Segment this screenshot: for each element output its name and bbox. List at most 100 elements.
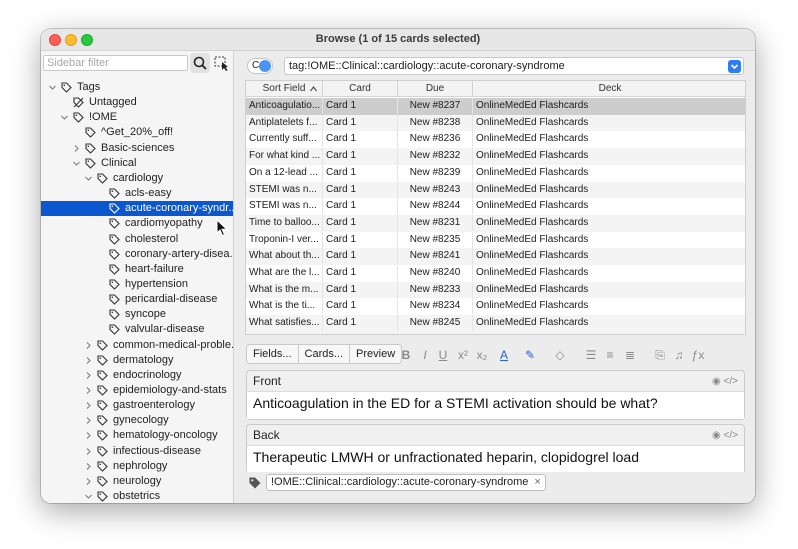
tag-chip[interactable]: !OME::Clinical::cardiology::acute-corona…	[266, 474, 546, 491]
chevron-right-icon[interactable]	[85, 356, 92, 364]
italic-icon[interactable]: I	[417, 347, 433, 363]
eye-icon[interactable]: ◉	[712, 430, 721, 441]
sidebar-item[interactable]: common-medical-proble...	[41, 338, 233, 353]
superscript-icon[interactable]: x²	[455, 347, 471, 363]
table-row[interactable]: What are the l... Card 1 New #8240 OnlineMe…	[246, 265, 745, 282]
sidebar-item[interactable]: pericardial-disease	[41, 292, 233, 307]
subscript-icon[interactable]: x₂	[474, 347, 490, 363]
column-header-deck[interactable]: Deck	[473, 81, 745, 97]
bullet-list-icon[interactable]: ☰	[583, 347, 599, 363]
chevron-right-icon[interactable]	[73, 144, 80, 152]
sidebar-item[interactable]: cardiomyopathy	[41, 216, 233, 231]
eye-icon[interactable]: ◉	[712, 376, 721, 387]
cell-sort-field: Troponin-I ver...	[246, 231, 323, 248]
sidebar-search-button[interactable]	[190, 53, 210, 73]
tag-icon	[97, 370, 108, 381]
sidebar-item[interactable]: ^Get_20%_off!	[41, 125, 233, 140]
chevron-right-icon[interactable]	[85, 478, 92, 485]
table-row[interactable]: Troponin-I ver... Card 1 New #8235 OnlineMe…	[246, 231, 745, 249]
table-row[interactable]: On a 12-lead ... Card 1 New #8239 OnlineMed…	[246, 164, 745, 182]
table-row[interactable]: STEMI was n... Card 1 New #8244 OnlineMedEd…	[246, 198, 745, 215]
record-audio-icon[interactable]: ♫	[671, 347, 687, 363]
sidebar-item[interactable]: infectious-disease	[41, 444, 233, 459]
sidebar-filter-input[interactable]: Sidebar filter	[43, 55, 188, 71]
cards-notes-toggle[interactable]: C	[247, 58, 273, 74]
sidebar-item[interactable]: cholesterol	[41, 232, 233, 247]
chevron-right-icon[interactable]	[85, 447, 92, 455]
sidebar-item[interactable]: acute-coronary-syndr...	[41, 201, 233, 217]
sidebar-item[interactable]: Basic-sciences	[41, 141, 233, 156]
search-input[interactable]: tag:!OME::Clinical::cardiology::acute-co…	[284, 57, 744, 75]
sidebar-item[interactable]: gastroenterology	[41, 398, 233, 413]
chevron-down-icon[interactable]	[85, 175, 92, 182]
preview-button[interactable]: Preview	[350, 345, 401, 363]
sidebar-item[interactable]: nephrology	[41, 459, 233, 474]
column-header-card[interactable]: Card	[323, 81, 398, 97]
remove-tag-icon[interactable]: ×	[534, 476, 540, 488]
field-name-front: Front	[253, 374, 282, 388]
sidebar-select-tool-button[interactable]	[213, 53, 231, 73]
field-editor-front[interactable]: Anticoagulation in the ED for a STEMI ac…	[247, 391, 744, 419]
chevron-right-icon[interactable]	[85, 462, 92, 470]
chevron-down-icon[interactable]	[85, 493, 92, 500]
column-header-sort-field[interactable]: Sort Field	[246, 81, 323, 97]
tag-icon	[109, 233, 120, 245]
sidebar-item[interactable]: obstetrics	[41, 489, 233, 503]
chevron-down-icon[interactable]	[61, 114, 68, 121]
formula-icon[interactable]: ƒx	[690, 347, 706, 363]
sidebar-item[interactable]: coronary-artery-disea...	[41, 247, 234, 262]
search-history-dropdown[interactable]	[728, 60, 741, 73]
chevron-right-icon[interactable]	[85, 371, 92, 379]
numbered-list-icon[interactable]: ≡	[602, 347, 618, 363]
sidebar-item[interactable]: Clinical	[41, 156, 233, 171]
table-row[interactable]: Anticoagulatio... Card 1 New #8237 OnlineMe…	[246, 98, 745, 115]
sidebar-item[interactable]: gynecology	[41, 413, 233, 428]
chevron-right-icon[interactable]	[85, 402, 92, 409]
table-row[interactable]: Currently suff... Card 1 New #8236 OnlineMe…	[246, 131, 745, 148]
column-header-due[interactable]: Due	[398, 81, 473, 97]
fields-button[interactable]: Fields...	[247, 345, 299, 363]
chevron-right-icon[interactable]	[85, 432, 92, 440]
table-row[interactable]: Antiplatelets f... Card 1 New #8238 OnlineM…	[246, 114, 745, 132]
chevron-right-icon[interactable]	[85, 387, 92, 394]
sidebar-item[interactable]: dermatology	[41, 353, 233, 368]
sidebar-item[interactable]: !OME	[41, 110, 233, 125]
table-row[interactable]: What satisfies... Card 1 New #8245 OnlineMe…	[246, 315, 745, 332]
underline-icon[interactable]: U	[435, 347, 451, 363]
bold-icon[interactable]: B	[398, 347, 414, 363]
sidebar-item[interactable]: Untagged	[41, 95, 233, 110]
table-row[interactable]: What is the m... Card 1 New #8233 OnlineMed…	[246, 281, 745, 299]
cell-sort-field: Anticoagulatio...	[246, 98, 323, 114]
code-icon[interactable]: </>	[724, 376, 738, 387]
sidebar-item-label: coronary-artery-disea...	[125, 247, 234, 260]
highlight-icon[interactable]: ✎	[522, 347, 538, 363]
align-icon[interactable]: ≣	[622, 347, 638, 363]
cards-button[interactable]: Cards...	[299, 345, 351, 363]
chevron-down-icon[interactable]	[49, 84, 56, 91]
sidebar-item[interactable]: cardiology	[41, 171, 233, 186]
sidebar-item[interactable]: neurology	[41, 474, 233, 489]
chevron-right-icon[interactable]	[85, 417, 92, 425]
table-row[interactable]: STEMI was n... Card 1 New #8243 OnlineMedEd…	[246, 181, 745, 199]
sidebar-item[interactable]: syncope	[41, 307, 233, 322]
sidebar-item[interactable]: acls-easy	[41, 186, 233, 201]
text-color-icon[interactable]: A	[496, 347, 512, 363]
sidebar-item-label: Tags	[77, 81, 101, 93]
sidebar-item[interactable]: Tags	[41, 80, 233, 95]
code-icon[interactable]: </>	[724, 430, 738, 441]
sidebar-item[interactable]: valvular-disease	[41, 322, 233, 337]
sidebar-item[interactable]: hematology-oncology	[41, 428, 233, 443]
table-row[interactable]: Time to balloo... Card 1 New #8231 OnlineMe…	[246, 214, 745, 232]
chevron-down-icon[interactable]	[73, 160, 80, 167]
sidebar-item[interactable]: heart-failure	[41, 262, 233, 277]
table-row[interactable]: What about th... Card 1 New #8241 OnlineMed…	[246, 248, 745, 265]
table-row[interactable]: For what kind ... Card 1 New #8232 OnlineMe…	[246, 148, 745, 165]
table-row[interactable]: What is the ti... Card 1 New #8234 OnlineMe…	[246, 298, 745, 315]
chevron-right-icon[interactable]	[85, 341, 92, 349]
field-editor-back[interactable]: Therapeutic LMWH or unfractionated hepar…	[247, 445, 744, 473]
attach-icon[interactable]: ⎘	[652, 347, 668, 363]
sidebar-item[interactable]: epidemiology-and-stats	[41, 383, 233, 398]
eraser-icon[interactable]: ◇	[552, 347, 568, 363]
sidebar-item[interactable]: hypertension	[41, 277, 233, 292]
sidebar-item[interactable]: endocrinology	[41, 368, 233, 383]
